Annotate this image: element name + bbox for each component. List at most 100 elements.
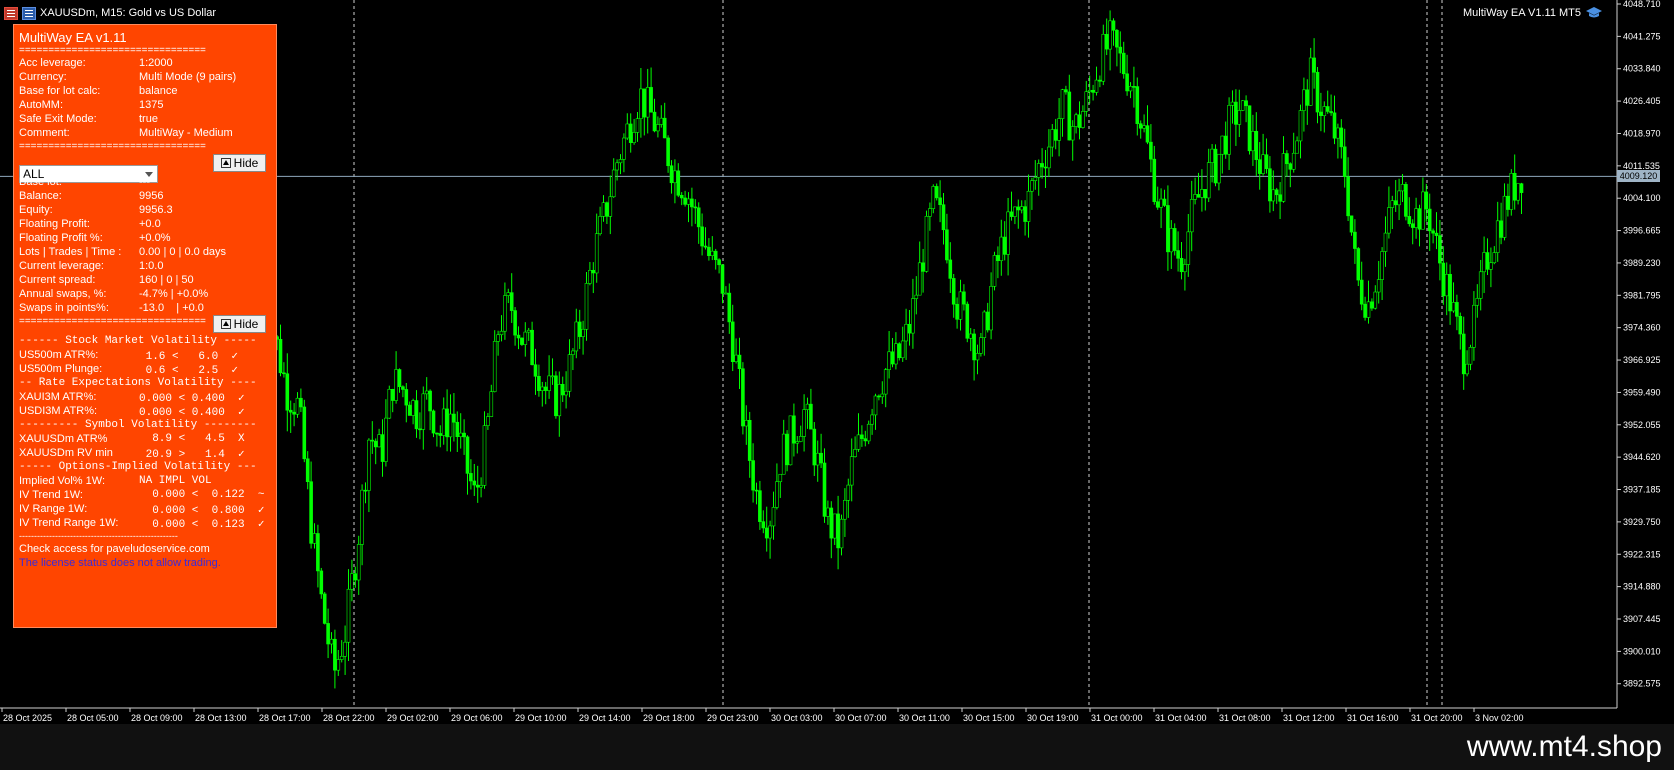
price-axis-label: 3922.315 xyxy=(1623,549,1661,559)
time-axis-label: 28 Oct 17:00 xyxy=(259,713,311,723)
candle-body xyxy=(1261,154,1265,174)
candle-body xyxy=(1325,106,1330,112)
candle-body xyxy=(921,262,925,272)
candle-body xyxy=(860,434,864,439)
candle-body xyxy=(846,484,851,501)
candle-body xyxy=(285,373,290,411)
candle-body xyxy=(690,198,694,208)
price-axis-label: 3907.445 xyxy=(1623,614,1661,624)
candle-body xyxy=(404,389,409,406)
candle-body xyxy=(411,400,415,416)
candle-body xyxy=(1196,194,1201,198)
candle-body xyxy=(1390,200,1395,208)
time-axis-label: 31 Oct 04:00 xyxy=(1155,713,1207,723)
candle-body xyxy=(1115,29,1119,48)
candle-body xyxy=(363,489,368,492)
candle-body xyxy=(377,434,381,448)
candle-body xyxy=(1189,199,1194,233)
candle-body xyxy=(907,323,912,334)
candle-body xyxy=(295,397,300,415)
candle-body xyxy=(1366,301,1371,318)
watermark: www.mt4.shop xyxy=(1466,730,1662,763)
candle-body xyxy=(1128,86,1133,92)
price-axis-label: 3914.880 xyxy=(1623,582,1661,592)
candle-body xyxy=(445,408,449,438)
candle-body xyxy=(710,250,715,257)
candle-body xyxy=(1278,194,1282,202)
candle-body xyxy=(1186,231,1191,265)
hide-volatility-button[interactable]: Hide xyxy=(213,315,266,333)
chart-window-icon[interactable] xyxy=(22,6,36,20)
candle-body xyxy=(771,507,776,527)
candle-body xyxy=(928,208,932,217)
candle-body xyxy=(734,354,738,363)
candle-body xyxy=(900,340,905,359)
hide-stats-button[interactable]: Hide xyxy=(213,154,266,172)
candle-body xyxy=(673,170,677,184)
candle-body xyxy=(1033,177,1038,181)
candle-body xyxy=(781,433,786,475)
candle-body xyxy=(1193,194,1197,200)
candle-body xyxy=(567,354,572,392)
candle-body xyxy=(1145,125,1150,143)
candle-body xyxy=(1441,262,1446,297)
candle-body xyxy=(751,460,755,491)
candle-body xyxy=(1281,153,1286,202)
candle-body xyxy=(1370,301,1374,309)
chart-title-bar: XAUUSDm, M15: Gold vs US Dollar xyxy=(4,4,216,22)
candle-body xyxy=(822,462,827,517)
candle-body xyxy=(1438,235,1442,264)
candle-body xyxy=(380,434,385,462)
candle-body xyxy=(1448,274,1452,312)
candle-body xyxy=(1336,127,1340,139)
candle-body xyxy=(707,246,711,257)
candle-body xyxy=(370,439,375,442)
candle-body xyxy=(737,354,742,370)
price-axis-label: 4033.840 xyxy=(1623,64,1661,74)
candle-body xyxy=(557,383,562,417)
symbol-title: XAUUSDm, M15: Gold vs US Dollar xyxy=(40,7,217,19)
candle-body xyxy=(1495,220,1500,253)
candle-body xyxy=(948,259,953,279)
candle-body xyxy=(547,375,551,391)
candle-body xyxy=(1410,223,1415,228)
candle-body xyxy=(992,255,997,287)
candle-body xyxy=(574,321,579,352)
candle-body xyxy=(428,390,432,412)
price-axis-label: 4004.100 xyxy=(1623,193,1661,203)
candle-body xyxy=(1210,148,1214,163)
candle-body xyxy=(571,350,575,355)
candle-body xyxy=(1149,141,1153,160)
time-axis-label: 31 Oct 20:00 xyxy=(1411,713,1463,723)
candle-body xyxy=(795,441,800,444)
candle-body xyxy=(866,423,871,442)
candle-body xyxy=(319,570,324,595)
candle-body xyxy=(305,458,310,482)
candle-body xyxy=(744,419,749,427)
candle-body xyxy=(1026,190,1031,222)
candle-body xyxy=(1346,176,1350,217)
candle-body xyxy=(1077,114,1082,128)
candle-body xyxy=(390,389,395,401)
candle-body xyxy=(1070,126,1075,141)
candle-body xyxy=(329,638,334,645)
candle-body xyxy=(1074,114,1078,127)
menu-icon[interactable] xyxy=(4,6,18,20)
candle-body xyxy=(343,641,347,657)
candle-body xyxy=(1489,262,1493,270)
candle-body xyxy=(809,403,813,430)
candle-body xyxy=(384,417,388,462)
candle-body xyxy=(1030,180,1034,192)
candle-body xyxy=(1302,89,1306,111)
price-axis-label: 4048.710 xyxy=(1623,0,1661,9)
candle-body xyxy=(812,428,817,466)
time-axis-label: 29 Oct 18:00 xyxy=(643,713,695,723)
candle-body xyxy=(758,490,762,522)
candle-body xyxy=(958,291,963,320)
candle-body xyxy=(836,513,840,549)
candle-body xyxy=(292,411,296,415)
candle-body xyxy=(601,202,606,217)
candle-body xyxy=(309,481,313,544)
candle-body xyxy=(452,413,456,423)
candle-body xyxy=(622,137,626,160)
